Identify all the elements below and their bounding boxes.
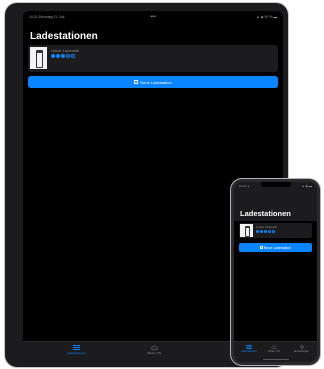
station-card[interactable]: Unser Ladestati (28, 45, 278, 72)
status-dot (66, 54, 70, 58)
page-title: Ladestationen (30, 31, 98, 42)
tab-label: Wetter Uhr (268, 350, 281, 353)
tab-label: Wetter Uhr (147, 351, 162, 355)
status-battery: ▲ ◉ ▬ (301, 184, 312, 188)
tab-ladestationen[interactable]: Ladestationen (67, 345, 86, 355)
iphone-device: 10:21 ◂ ▲ ◉ ▬ Ladestationen Unser Ladest… (231, 179, 320, 365)
status-dot (268, 230, 271, 233)
status-dot (71, 54, 75, 58)
status-bar: 10:21 Dienstag 11. Juli ••• ▲ ◉ 50 % ▬ (29, 14, 277, 20)
tab-wetter[interactable]: Wetter Uhr (147, 345, 161, 355)
gear-icon (299, 345, 304, 349)
station-name: Unser Ladestati (51, 48, 80, 53)
tab-bar: Ladestationen Wetter Uhr Einstellungen (234, 341, 317, 362)
add-station-button[interactable]: Neue Ladestation (239, 243, 312, 252)
tab-ladestationen[interactable]: Ladestationen (241, 345, 257, 353)
list-icon (72, 345, 80, 350)
status-dot (61, 54, 65, 58)
add-icon (259, 246, 263, 249)
status-time: 10:21 Dienstag 11. Juli (29, 15, 65, 19)
status-dot (272, 230, 275, 233)
device-showcase: 10:21 Dienstag 11. Juli ••• ▲ ◉ 50 % ▬ L… (0, 0, 324, 369)
status-time: 10:21 ◂ (239, 184, 249, 188)
tab-label: Ladestationen (67, 351, 86, 355)
charger-icon (240, 224, 253, 237)
tab-einstellungen[interactable]: Einstellungen (294, 345, 309, 353)
tab-wetter[interactable]: Wetter Uhr (268, 345, 280, 353)
status-dot (51, 54, 55, 58)
status-dot (256, 230, 259, 233)
iphone-screen: 10:21 ◂ ▲ ◉ ▬ Ladestationen Unser Ladest… (234, 182, 317, 362)
status-dot (260, 230, 263, 233)
tab-label: Ladestationen (241, 350, 257, 353)
cloud-icon (271, 345, 277, 349)
add-icon (134, 80, 139, 84)
station-card[interactable]: Unser Ladestati (239, 223, 312, 238)
multitasking-dots[interactable]: ••• (150, 14, 155, 20)
list-icon (246, 345, 252, 349)
status-dot (264, 230, 267, 233)
cloud-icon (150, 345, 158, 350)
status-dots (51, 54, 75, 58)
home-indicator[interactable] (262, 359, 289, 360)
notch (260, 182, 291, 187)
tab-label: Einstellungen (294, 350, 310, 353)
status-dots (256, 230, 275, 233)
status-battery: ▲ ◉ 50 % ▬ (256, 15, 277, 19)
add-station-label: Neue Ladestation (140, 79, 172, 85)
charger-icon (30, 47, 47, 69)
add-station-label: Neue Ladestation (263, 245, 292, 250)
status-dot (56, 54, 60, 58)
station-name: Unser Ladestati (256, 225, 278, 229)
page-title: Ladestationen (240, 209, 291, 218)
add-station-button[interactable]: Neue Ladestation (28, 76, 278, 88)
